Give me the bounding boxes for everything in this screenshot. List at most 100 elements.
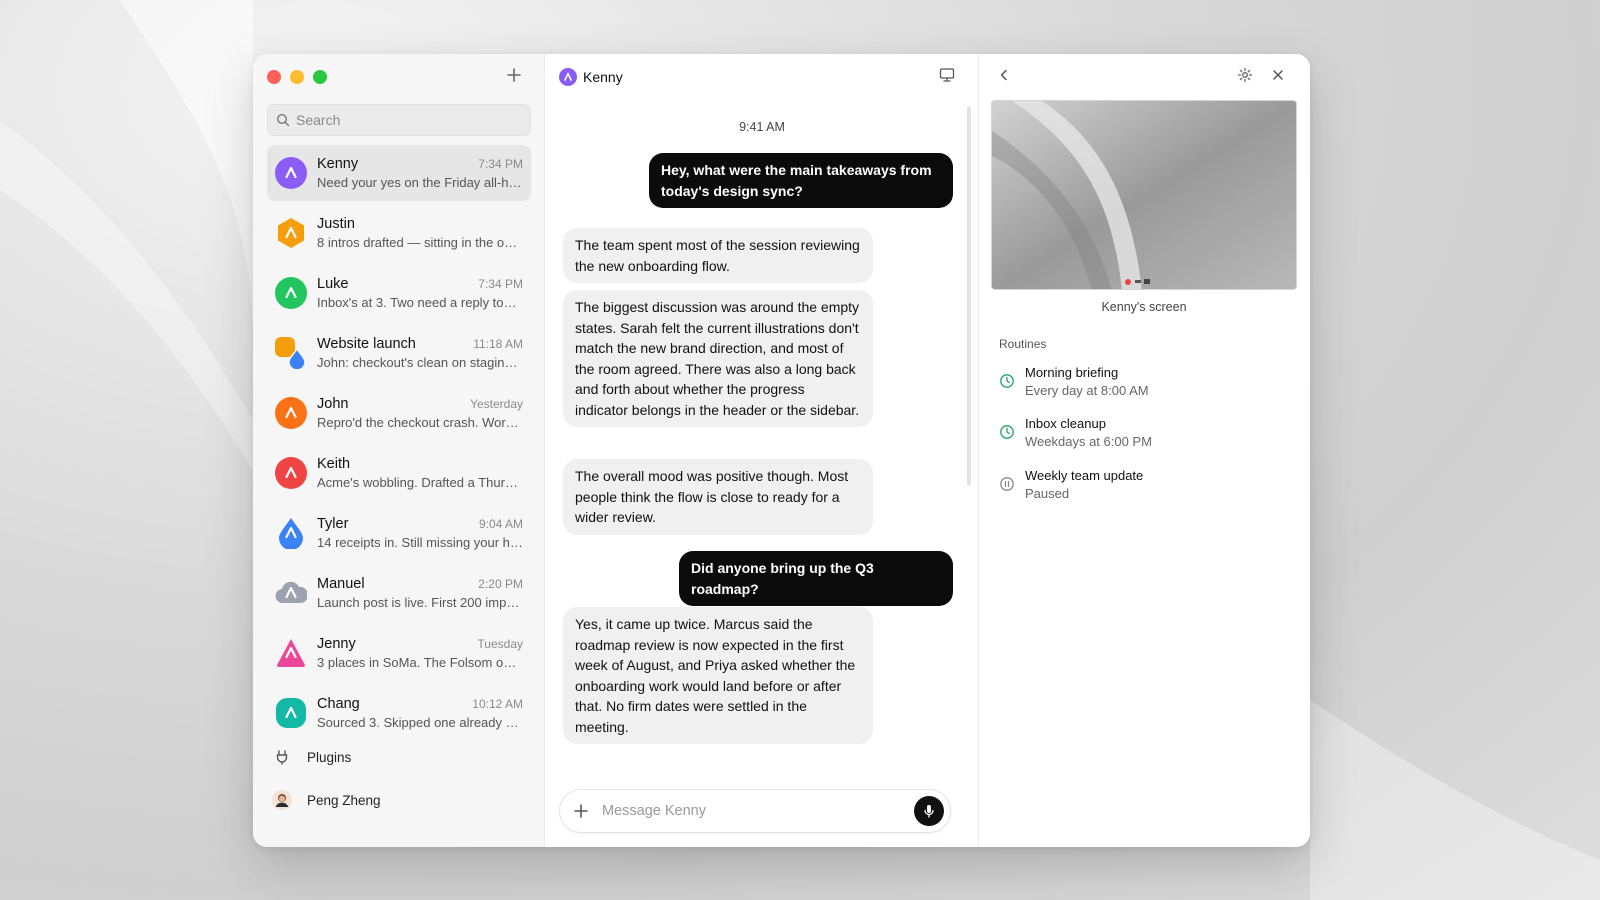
conversation-text: Keith Acme's wobbling. Drafted a Thursday… xyxy=(317,456,523,490)
chat-scrollbar[interactable] xyxy=(967,106,971,486)
attach-button[interactable] xyxy=(570,801,592,821)
conversation-preview: 3 places in SoMa. The Folsom one has a p… xyxy=(317,655,523,670)
routine-status: Paused xyxy=(1025,486,1070,501)
routine-item[interactable]: Weekly team update Paused xyxy=(999,468,1289,501)
conversation-name: Chang xyxy=(317,696,360,712)
conversation-item[interactable]: Justin 8 intros drafted — sitting in the … xyxy=(267,205,531,261)
clock-icon xyxy=(1000,425,1014,439)
conversation-name: Manuel xyxy=(317,576,365,592)
contact-avatar-icon xyxy=(275,397,307,429)
conversation-name: Keith xyxy=(317,456,351,472)
zoom-window-button[interactable] xyxy=(313,70,327,84)
conversation-time: 11:18 AM xyxy=(473,337,523,351)
conversation-item[interactable]: Keith Acme's wobbling. Drafted a Thursday… xyxy=(267,445,531,501)
message-incoming: The overall mood was positive though. Mo… xyxy=(563,459,873,535)
conversation-time: Yesterday xyxy=(470,397,523,411)
contact-avatar-icon xyxy=(275,277,307,309)
conversation-time: 7:34 PM xyxy=(478,157,523,171)
avatar xyxy=(275,217,307,249)
conversation-item[interactable]: Chang 10:12 AM Sourced 3. Skipped one alre… xyxy=(267,685,531,741)
conversation-item[interactable]: Luke 7:34 PM Inbox's at 3. Two need a repl… xyxy=(267,265,531,321)
conversation-preview: Sourced 3. Skipped one already on the li… xyxy=(317,715,523,730)
conversation-header: Keith xyxy=(317,456,523,472)
message-composer xyxy=(559,789,951,833)
conversation-text: Chang 10:12 AM Sourced 3. Skipped one alre… xyxy=(317,696,523,730)
conversation-preview: Inbox's at 3. Two need a reply today xyxy=(317,295,523,310)
search-input[interactable] xyxy=(296,112,516,128)
screen-preview[interactable] xyxy=(991,100,1297,290)
conversation-time: 10:12 AM xyxy=(472,697,523,711)
conversation-time: 2:20 PM xyxy=(478,577,523,591)
conversation-item[interactable]: Website launch 11:18 AM John: checkout's c… xyxy=(267,325,531,381)
routine-schedule: Every day at 8:00 AM xyxy=(1025,383,1149,398)
avatar xyxy=(275,457,307,489)
screen-preview-caption: Kenny's screen xyxy=(1101,300,1187,314)
contact-avatar-icon xyxy=(275,337,306,371)
conversation-header: Kenny 7:34 PM xyxy=(317,156,523,172)
routine-name: Weekly team update xyxy=(1025,468,1144,483)
share-screen-button[interactable] xyxy=(939,67,957,85)
conversation-item[interactable]: Kenny 7:34 PM Need your yes on the Friday … xyxy=(267,145,531,201)
chevron-left-icon xyxy=(1000,69,1007,81)
settings-button[interactable] xyxy=(1237,67,1255,85)
conversation-name: Justin xyxy=(317,216,355,232)
conversation-header: Justin xyxy=(317,216,523,232)
close-panel-button[interactable] xyxy=(1271,68,1287,84)
conversation-header: Chang 10:12 AM xyxy=(317,696,523,712)
avatar xyxy=(275,577,309,609)
conversation-text: Justin 8 intros drafted — sitting in the … xyxy=(317,216,523,250)
pause-icon xyxy=(1000,477,1014,491)
conversation-item[interactable]: John Yesterday Repro'd the checkout crash.… xyxy=(267,385,531,441)
conversation-text: Manuel 2:20 PM Launch post is live. First … xyxy=(317,576,523,610)
conversation-item[interactable]: Manuel 2:20 PM Launch post is live. First … xyxy=(267,565,531,621)
close-window-button[interactable] xyxy=(267,70,281,84)
conversation-time: Tuesday xyxy=(477,637,523,651)
routine-name: Morning briefing xyxy=(1025,365,1119,380)
conversation-header: Tyler 9:04 AM xyxy=(317,516,523,532)
monitor-icon xyxy=(939,68,955,82)
avatar xyxy=(275,637,307,669)
search-box[interactable] xyxy=(267,104,531,136)
conversation-name: John xyxy=(317,396,349,412)
new-conversation-button[interactable] xyxy=(503,66,525,88)
plugins-item[interactable]: Plugins xyxy=(271,746,531,768)
user-profile-item[interactable]: Peng Zheng xyxy=(271,789,531,811)
chat-pane: Kenny 9:41 AM Hey, what were the main ta… xyxy=(545,54,979,847)
conversation-text: John Yesterday Repro'd the checkout crash.… xyxy=(317,396,523,430)
user-name: Peng Zheng xyxy=(307,792,381,808)
conversation-header: Luke 7:34 PM xyxy=(317,276,523,292)
app-window: Kenny 7:34 PM Need your yes on the Friday … xyxy=(253,54,1310,847)
plus-icon xyxy=(574,804,588,818)
conversation-preview: Repro'd the checkout crash. Working on a… xyxy=(317,415,523,430)
conversation-time: 7:34 PM xyxy=(478,277,523,291)
clock-icon xyxy=(1000,374,1014,388)
message-outgoing: Did anyone bring up the Q3 roadmap? xyxy=(679,551,953,606)
conversation-header: Website launch 11:18 AM xyxy=(317,336,523,352)
routine-item[interactable]: Morning briefing Every day at 8:00 AM xyxy=(999,365,1289,398)
conversation-item[interactable]: Jenny Tuesday 3 places in SoMa. The Folsom… xyxy=(267,625,531,681)
conversation-header: Jenny Tuesday xyxy=(317,636,523,652)
contact-avatar-icon xyxy=(277,639,305,667)
message-input[interactable] xyxy=(602,803,914,819)
message-incoming: The team spent most of the session revie… xyxy=(563,228,873,283)
contact-avatar-icon xyxy=(275,581,309,604)
avatar xyxy=(272,790,292,810)
conversation-name: Tyler xyxy=(317,516,349,532)
conversation-name: Luke xyxy=(317,276,349,292)
window-controls xyxy=(267,70,327,84)
conversation-list: Kenny 7:34 PM Need your yes on the Friday … xyxy=(267,145,531,745)
plug-icon xyxy=(276,750,288,765)
conversation-preview: Need your yes on the Friday all-hands de… xyxy=(317,175,523,190)
avatar xyxy=(275,697,307,729)
close-icon xyxy=(1273,70,1283,80)
conversation-header: John Yesterday xyxy=(317,396,523,412)
back-button[interactable] xyxy=(997,68,1013,84)
minimize-window-button[interactable] xyxy=(290,70,304,84)
conversation-text: Website launch 11:18 AM John: checkout's c… xyxy=(317,336,523,370)
contact-avatar-icon xyxy=(279,518,303,550)
conversation-text: Tyler 9:04 AM 14 receipts in. Still missin… xyxy=(317,516,523,550)
conversation-item[interactable]: Tyler 9:04 AM 14 receipts in. Still missin… xyxy=(267,505,531,561)
voice-input-button[interactable] xyxy=(914,796,944,826)
routine-item[interactable]: Inbox cleanup Weekdays at 6:00 PM xyxy=(999,416,1289,449)
conversation-preview: 14 receipts in. Still missing your hotel… xyxy=(317,535,523,550)
